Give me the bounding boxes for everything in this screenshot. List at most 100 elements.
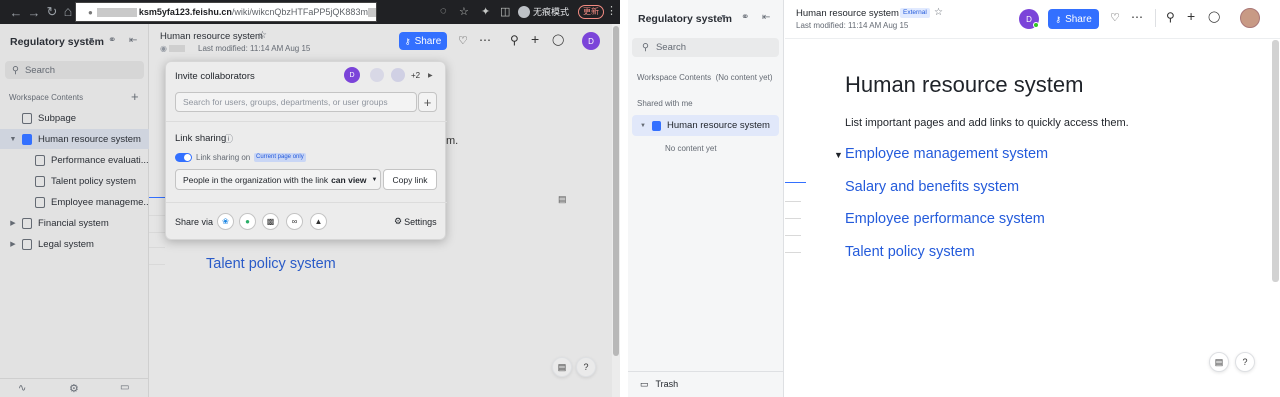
help-icon[interactable]: ⓘ xyxy=(224,132,233,145)
stats-icon[interactable]: ∿ xyxy=(18,383,26,394)
chevron-down-icon[interactable]: ▼ xyxy=(88,37,95,44)
bell-icon[interactable]: ♡ xyxy=(1110,11,1120,24)
bell-icon[interactable]: ♡ xyxy=(458,34,468,47)
home-icon[interactable]: ⌂ xyxy=(60,3,76,19)
shared-with-me-label: Shared with me xyxy=(637,99,693,108)
shared-item-human-resource[interactable]: ▼ Human resource system xyxy=(632,115,779,136)
address-bar[interactable]: ● ksm5yfa123.feishu.cn/wiki/wikcnQbzHTFaP… xyxy=(75,2,377,22)
back-icon[interactable]: ← xyxy=(8,4,24,20)
hint-icon[interactable]: ◯ xyxy=(552,33,564,46)
collaborator-search-input[interactable]: Search for users, groups, departments, o… xyxy=(175,92,417,112)
share-button[interactable]: ⚷ Share xyxy=(399,32,447,50)
add-collaborator-button[interactable]: + xyxy=(418,92,437,112)
tree-item-talent-policy[interactable]: Talent policy system xyxy=(0,171,149,191)
toc-link-talent-policy[interactable]: Talent policy system xyxy=(845,244,975,260)
tree-item-subpage[interactable]: Subpage xyxy=(0,108,149,128)
divider xyxy=(166,121,447,122)
tree-item-employee-management[interactable]: Employee manageme... xyxy=(0,192,149,212)
workspace-title[interactable]: Regulatory system xyxy=(638,13,732,25)
search-icon[interactable]: ⚲ xyxy=(1166,10,1175,24)
expand-caret-icon[interactable]: ▶ xyxy=(8,219,18,227)
more-icon[interactable]: ⋯ xyxy=(1131,10,1143,24)
scrollbar-thumb[interactable] xyxy=(1272,40,1279,282)
share-tree-icon[interactable]: ⚭ xyxy=(108,35,116,46)
forward-icon[interactable]: → xyxy=(26,4,42,20)
share-button[interactable]: ⚷ Share xyxy=(1048,9,1099,29)
outline-button[interactable]: ▤ xyxy=(552,357,572,377)
sidepanel-icon[interactable]: ◫ xyxy=(500,5,510,18)
add-icon[interactable]: + xyxy=(131,89,139,104)
expand-caret-icon[interactable]: ▶ xyxy=(8,240,18,248)
tree-item-financial[interactable]: ▶ Financial system xyxy=(0,213,149,233)
browser-menu-icon[interactable]: ⋮ xyxy=(606,4,617,17)
scrollbar[interactable] xyxy=(612,24,620,397)
hint-icon[interactable]: ◯ xyxy=(1208,10,1220,23)
doc-title[interactable]: Human resource system xyxy=(796,8,899,19)
collaborator-avatar[interactable]: D xyxy=(344,67,360,83)
outline-icon: ▤ xyxy=(557,361,567,372)
tree-item-label: Financial system xyxy=(38,217,109,229)
share-label: Share xyxy=(1065,13,1092,25)
add-icon[interactable]: + xyxy=(531,31,539,47)
collaborator-avatar[interactable] xyxy=(370,68,384,82)
expand-caret-icon[interactable]: ▼ xyxy=(640,123,652,129)
user-avatar[interactable] xyxy=(1240,8,1260,28)
collapse-sidebar-icon[interactable]: ⇤ xyxy=(129,35,137,46)
toc-link-talent-policy[interactable]: Talent policy system xyxy=(206,256,336,272)
collaborator-avatar[interactable] xyxy=(391,68,405,82)
image-share-icon[interactable]: ▲ xyxy=(310,213,327,230)
divider xyxy=(166,202,447,203)
chevron-down-icon[interactable]: ▼ xyxy=(720,14,727,21)
star-icon[interactable]: ☆ xyxy=(459,5,469,18)
toc-link-employee-management[interactable]: Employee management system xyxy=(845,146,1048,162)
wechat-share-icon[interactable]: ● xyxy=(239,213,256,230)
scrollbar-thumb[interactable] xyxy=(613,26,619,356)
tree-item-legal[interactable]: ▶ Legal system xyxy=(0,234,149,254)
expand-caret-icon[interactable]: ▼ xyxy=(8,136,18,143)
tree-item-performance[interactable]: Performance evaluati... xyxy=(0,150,149,170)
toc-marker-active xyxy=(149,197,165,198)
incognito-indicator[interactable]: 无痕模式 xyxy=(518,5,569,18)
chevron-down-icon: ▼ xyxy=(371,176,378,183)
search-input[interactable]: ⚲ Search xyxy=(632,38,779,57)
toc-marker xyxy=(785,201,801,202)
search-icon: ⚲ xyxy=(642,42,649,53)
toc-link-salary-benefits[interactable]: Salary and benefits system xyxy=(845,179,1019,195)
tree-item-human-resource[interactable]: ▼ Human resource system xyxy=(0,129,149,149)
help-icon: ? xyxy=(583,362,589,372)
reload-icon[interactable]: ↻ xyxy=(44,4,60,20)
collapse-sidebar-icon[interactable]: ⇤ xyxy=(762,12,770,23)
qr-code-icon[interactable]: ▩ xyxy=(262,213,279,230)
doc-title[interactable]: Human resource system xyxy=(160,31,263,42)
eye-off-icon[interactable]: ◌ xyxy=(440,5,447,17)
settings-button[interactable]: ⚙ Settings xyxy=(394,216,437,227)
share-tree-icon[interactable]: ⚭ xyxy=(741,12,749,23)
chevron-right-icon[interactable]: ▶ xyxy=(428,72,433,79)
star-icon[interactable]: ☆ xyxy=(258,30,267,41)
lark-share-icon[interactable]: ❀ xyxy=(217,213,234,230)
update-button[interactable]: 更新 xyxy=(578,5,604,19)
search-icon[interactable]: ⚲ xyxy=(510,33,519,47)
search-input[interactable]: ⚲ Search xyxy=(5,61,144,79)
more-icon[interactable]: ⋯ xyxy=(479,33,491,47)
settings-icon[interactable]: ⚙ xyxy=(69,382,79,395)
add-icon[interactable]: + xyxy=(1187,8,1195,24)
star-icon[interactable]: ☆ xyxy=(934,7,943,18)
share-via-label: Share via xyxy=(175,217,214,227)
trash-icon[interactable]: ▭ xyxy=(120,382,129,393)
link-icon[interactable]: ∞ xyxy=(286,213,303,230)
last-modified: Last modified: 11:14 AM Aug 15 xyxy=(198,44,311,53)
copy-link-button[interactable]: Copy link xyxy=(383,169,437,190)
permission-dropdown[interactable]: People in the organization with the link… xyxy=(175,169,381,190)
outline-button[interactable]: ▤ xyxy=(1209,352,1229,372)
link-sharing-toggle[interactable] xyxy=(175,153,192,162)
more-collaborators-count[interactable]: +2 xyxy=(411,71,420,80)
collapse-caret-icon[interactable]: ▼ xyxy=(834,150,843,160)
help-button[interactable]: ? xyxy=(1235,352,1255,372)
extension-icon[interactable]: ✦ xyxy=(481,5,490,18)
trash-button[interactable]: ▭ Trash xyxy=(640,379,678,390)
help-button[interactable]: ? xyxy=(576,357,596,377)
comment-icon[interactable]: ▤ xyxy=(558,194,567,205)
toc-link-employee-performance[interactable]: Employee performance system xyxy=(845,211,1045,227)
avatar[interactable]: D xyxy=(582,32,600,50)
